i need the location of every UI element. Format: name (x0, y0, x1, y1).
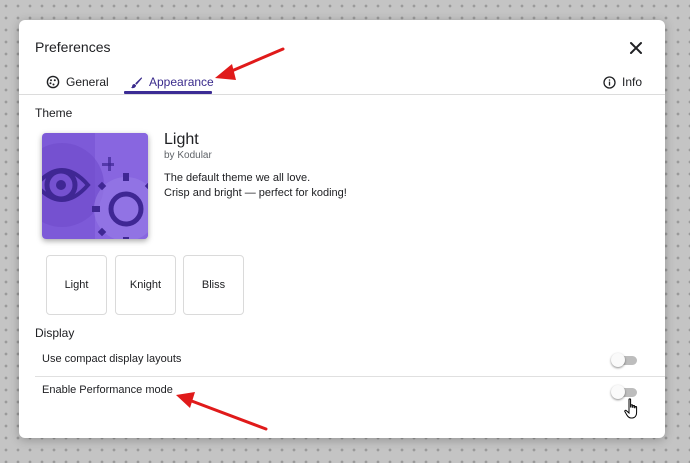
brush-icon (130, 76, 143, 88)
tab-appearance-label: Appearance (149, 75, 214, 89)
theme-option-light[interactable]: Light (46, 255, 107, 315)
theme-name: Light (164, 131, 199, 148)
tab-general-label: General (66, 75, 109, 89)
theme-description-line1: The default theme we all love. (164, 172, 311, 184)
theme-description-line2: Crisp and bright — perfect for koding! (164, 187, 347, 199)
performance-mode-label: Enable Performance mode (42, 384, 173, 396)
palette-icon (46, 75, 60, 89)
preferences-dialog: Preferences General Appearance Info Them… (19, 20, 665, 438)
dialog-title: Preferences (35, 39, 111, 55)
toggle-knob (611, 353, 625, 367)
hand-cursor-icon (624, 398, 638, 419)
theme-section-label: Theme (35, 106, 73, 120)
theme-preview-image (42, 133, 148, 239)
info-icon (603, 75, 616, 89)
tab-general[interactable]: General (46, 72, 109, 92)
close-icon (630, 42, 642, 54)
tabs-divider (19, 94, 665, 95)
close-button[interactable] (625, 37, 647, 59)
theme-option-knight[interactable]: Knight (115, 255, 176, 315)
theme-author: by Kodular (164, 150, 212, 161)
tab-info[interactable]: Info (603, 72, 642, 92)
compact-layout-label: Use compact display layouts (42, 353, 182, 365)
display-section-label: Display (35, 326, 75, 340)
performance-mode-toggle[interactable] (611, 385, 638, 399)
tab-info-label: Info (622, 75, 643, 89)
settings-divider (35, 376, 665, 377)
tab-appearance[interactable]: Appearance (124, 72, 220, 92)
toggle-knob (611, 385, 625, 399)
theme-option-bliss[interactable]: Bliss (183, 255, 244, 315)
compact-layout-toggle[interactable] (611, 353, 638, 367)
